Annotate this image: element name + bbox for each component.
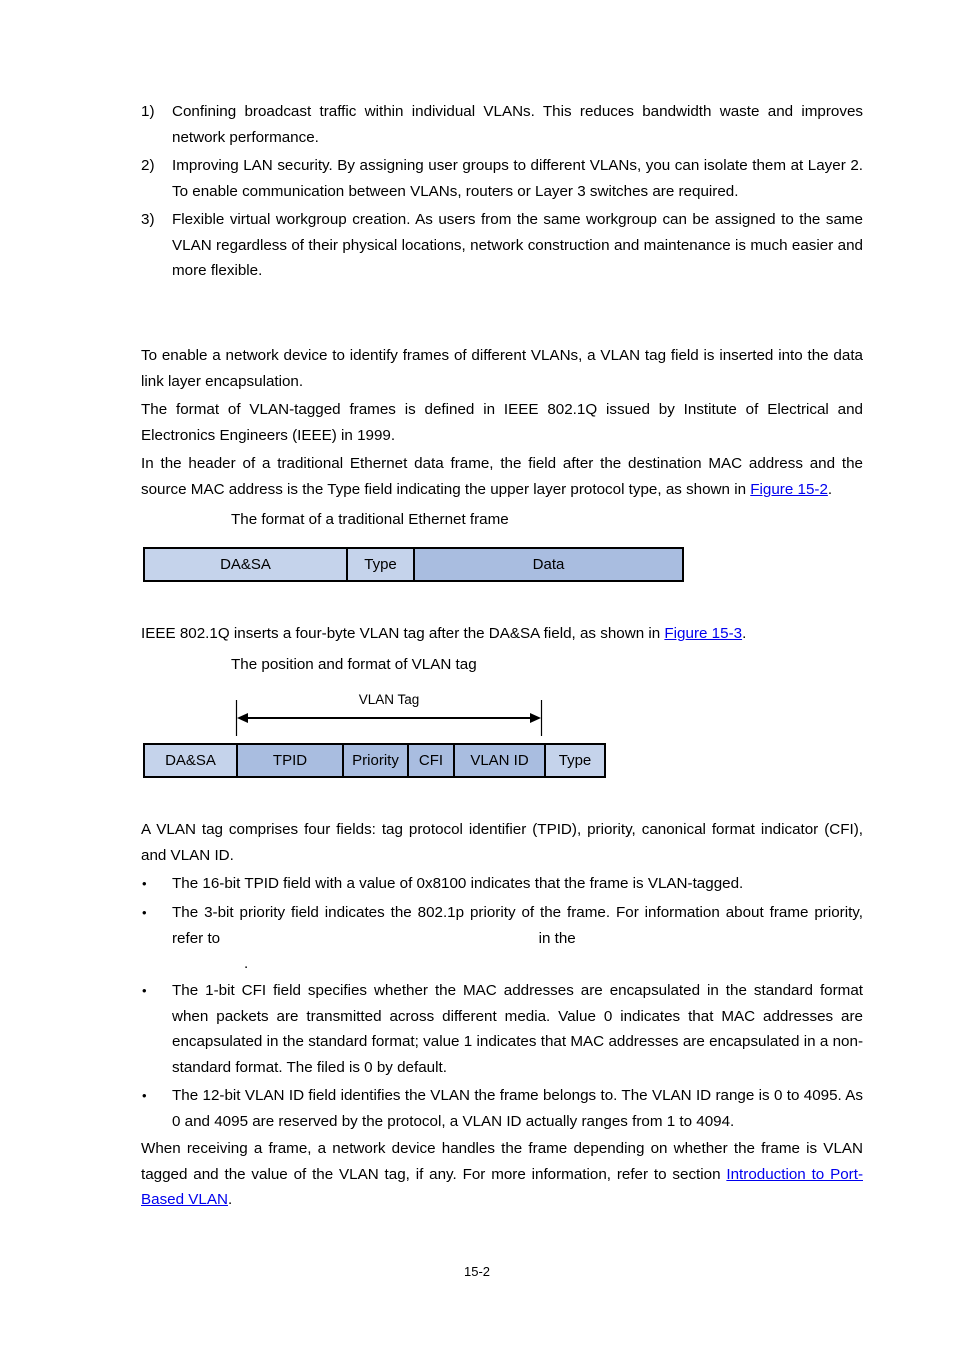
bullet-icon: • (142, 905, 147, 920)
frame-field-type: Type (348, 549, 415, 580)
paragraph: A VLAN tag comprises four fields: tag pr… (141, 821, 863, 864)
paragraph: When receiving a frame, a network device… (141, 1136, 863, 1213)
bullet-item: • The 1-bit CFI field specifies whether … (141, 978, 863, 1080)
frame-field-dasa: DA&SA (145, 745, 238, 776)
paragraph: To enable a network device to identify f… (141, 347, 863, 390)
bullet-text: The 12-bit VLAN ID field identifies the … (172, 1087, 863, 1130)
bullet-text-part: . (244, 955, 249, 972)
figure-caption: The position and format of VLAN tag (231, 656, 477, 673)
list-item: 3) Flexible virtual workgroup creation. … (141, 207, 863, 284)
document-page: 1) Confining broadcast traffic within in… (0, 0, 954, 1350)
paragraph: In the header of a traditional Ethernet … (141, 451, 863, 502)
bullet-text: The 1-bit CFI field specifies whether th… (172, 982, 863, 1076)
list-marker: 3) (141, 211, 155, 228)
figure-15-3-link[interactable]: Figure 15-3 (664, 625, 742, 642)
bullet-text-part: in the (538, 929, 576, 947)
bullet-text: The 16-bit TPID field with a value of 0x… (172, 875, 744, 892)
list-item: 2) Improving LAN security. By assigning … (141, 153, 863, 204)
paragraph-suffix: . (227, 1191, 233, 1208)
bullet-icon: • (142, 983, 147, 998)
list-item-text: Improving LAN security. By assigning use… (172, 157, 863, 200)
list-item: 1) Confining broadcast traffic within in… (141, 99, 863, 150)
figure-15-2-link[interactable]: Figure 15-2 (750, 481, 828, 498)
vlan-tag-span-arrow (235, 700, 543, 736)
paragraph: IEEE 802.1Q inserts a four-byte VLAN tag… (141, 621, 863, 647)
ethernet-frame-diagram: DA&SA Type Data (143, 547, 684, 582)
bullet-icon: • (142, 1088, 147, 1103)
frame-field-cfi: CFI (409, 745, 455, 776)
list-item-text: Flexible virtual workgroup creation. As … (172, 211, 863, 279)
arrow-head-left-icon (237, 713, 248, 723)
paragraph-text: IEEE 802.1Q inserts a four-byte VLAN tag… (141, 625, 665, 642)
frame-field-dasa: DA&SA (145, 549, 348, 580)
paragraph: The format of VLAN-tagged frames is defi… (141, 401, 863, 444)
list-item-text: Confining broadcast traffic within indiv… (172, 103, 863, 146)
bullet-item: • The 16-bit TPID field with a value of … (141, 871, 863, 897)
vlan-tagged-frame-diagram: DA&SA TPID Priority CFI VLAN ID Type (143, 743, 606, 778)
bullet-item: • The 3-bit priority field indicates the… (141, 900, 863, 977)
paragraph-suffix: . (827, 480, 833, 498)
bullet-text: The 3-bit priority field indicates the 8… (172, 900, 863, 977)
arrow-head-right-icon (530, 713, 541, 723)
frame-field-priority: Priority (344, 745, 409, 776)
list-marker: 1) (141, 103, 155, 120)
bullet-icon: • (142, 876, 147, 891)
list-marker: 2) (141, 157, 155, 174)
figure-caption: The format of a traditional Ethernet fra… (231, 511, 509, 528)
bullet-text-part: The 3-bit priority field indicates the 8… (172, 904, 863, 947)
frame-field-type: Type (546, 745, 604, 776)
frame-field-data: Data (415, 549, 682, 580)
frame-field-tpid: TPID (238, 745, 344, 776)
bullet-item: • The 12-bit VLAN ID field identifies th… (141, 1083, 863, 1134)
frame-field-vlan-id: VLAN ID (455, 745, 546, 776)
paragraph-suffix: . (742, 625, 747, 642)
page-number: 15-2 (463, 1264, 491, 1279)
